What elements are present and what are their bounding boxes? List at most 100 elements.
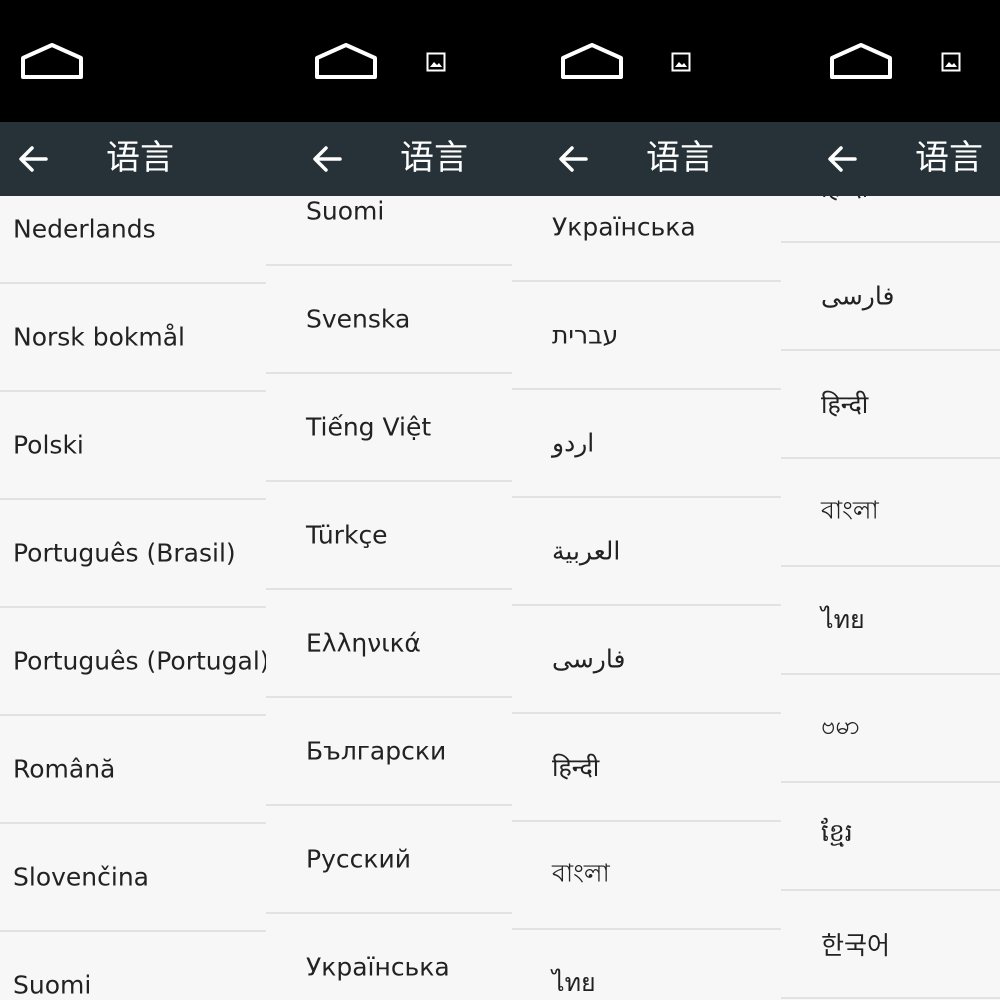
language-list: Українська עברית اردو العربية فارسی हिन्… <box>512 196 781 1000</box>
home-icon <box>561 43 623 79</box>
language-label: ខ្មែរ <box>821 818 853 847</box>
language-label: Ελληνικά <box>306 628 421 658</box>
action-bar: 语言 <box>0 122 266 196</box>
language-item[interactable]: 한국어 <box>781 891 1000 999</box>
language-item[interactable]: Nederlands <box>0 196 266 284</box>
language-item[interactable]: Suomi <box>0 932 266 1000</box>
language-label: فارسی <box>821 281 895 311</box>
language-item[interactable]: فارسی <box>512 606 781 714</box>
language-label: 한국어 <box>821 931 891 960</box>
language-label: Русский <box>306 844 411 874</box>
status-bar <box>512 0 781 122</box>
language-label: Português (Brasil) <box>13 538 236 568</box>
language-item[interactable]: বাংলা <box>781 459 1000 567</box>
language-label: বাংলা <box>821 495 879 525</box>
language-item[interactable]: ไทย <box>781 567 1000 675</box>
home-icon <box>315 43 377 79</box>
language-item[interactable]: Norsk bokmål <box>0 284 266 392</box>
language-label: Polski <box>13 430 84 460</box>
language-list-viewport[interactable]: हिन्दी فارسی हिन्दी বাংলা ไทย ဗမာ ខ្មែរ … <box>781 196 1000 1000</box>
language-item[interactable]: Slovenčina <box>0 824 266 932</box>
language-label: हिन्दी <box>821 390 869 419</box>
language-label: ဗမာ <box>821 710 860 740</box>
back-arrow-icon[interactable] <box>16 143 50 175</box>
image-notification-icon <box>426 52 446 72</box>
action-bar: 语言 <box>266 122 512 196</box>
language-item[interactable]: ဗမာ <box>781 675 1000 783</box>
language-label: বাংলা <box>552 858 610 888</box>
language-item[interactable]: Română <box>0 716 266 824</box>
language-label: Українська <box>552 212 696 242</box>
language-label: Norsk bokmål <box>13 322 185 352</box>
language-label: हिन्दी <box>821 196 868 205</box>
language-screen-4: 语言 हिन्दी فارسی हिन्दी বাংলা ไทย ဗမာ ខ្ម… <box>781 0 1000 1000</box>
page-title: 语言 <box>400 138 468 178</box>
language-label: Svenska <box>306 304 411 334</box>
language-label: ไทย <box>821 605 865 634</box>
home-icon <box>830 43 892 79</box>
language-item[interactable]: Português (Portugal) <box>0 608 266 716</box>
language-list: Suomi Svenska Tiếng Việt Türkçe Ελληνικά… <box>266 196 512 1000</box>
language-item[interactable]: Türkçe <box>266 482 512 590</box>
language-list-viewport[interactable]: Nederlands Norsk bokmål Polski Português… <box>0 196 266 1000</box>
language-item[interactable]: বাংলা <box>512 822 781 930</box>
language-label: Български <box>306 736 447 766</box>
language-item[interactable]: Русский <box>266 806 512 914</box>
language-label: Українська <box>306 952 450 982</box>
action-bar: 语言 <box>781 122 1000 196</box>
language-label: العربية <box>552 536 621 566</box>
language-label: ไทย <box>552 968 596 997</box>
language-item[interactable]: Suomi <box>266 196 512 266</box>
language-item[interactable]: Ελληνικά <box>266 590 512 698</box>
language-label: Slovenčina <box>13 862 149 892</box>
language-list-viewport[interactable]: Suomi Svenska Tiếng Việt Türkçe Ελληνικά… <box>266 196 512 1000</box>
language-item[interactable]: Svenska <box>266 266 512 374</box>
back-arrow-icon[interactable] <box>556 143 590 175</box>
language-item[interactable]: हिन्दी <box>512 714 781 822</box>
language-label: Suomi <box>13 970 92 1000</box>
language-item[interactable]: اردو <box>512 390 781 498</box>
language-screen-3: 语言 Українська עברית اردو العربية فارسی ह… <box>512 0 781 1000</box>
language-item[interactable]: فارسی <box>781 243 1000 351</box>
language-label: Română <box>13 754 116 784</box>
language-list: हिन्दी فارسی हिन्दी বাংলা ไทย ဗမာ ខ្មែរ … <box>781 196 1000 999</box>
screenshot-collage: 语言 Nederlands Norsk bokmål Polski Portug… <box>0 0 1000 1000</box>
page-title: 语言 <box>915 138 983 178</box>
language-item[interactable]: Tiếng Việt <box>266 374 512 482</box>
language-label: Suomi <box>306 196 385 226</box>
page-title: 语言 <box>106 138 174 178</box>
page-title: 语言 <box>646 138 714 178</box>
language-item[interactable]: हिन्दी <box>781 351 1000 459</box>
language-label: Nederlands <box>13 214 156 244</box>
language-screen-1: 语言 Nederlands Norsk bokmål Polski Portug… <box>0 0 266 1000</box>
language-item[interactable]: Українська <box>512 196 781 282</box>
language-item[interactable]: العربية <box>512 498 781 606</box>
image-notification-icon <box>671 52 691 72</box>
language-list-viewport[interactable]: Українська עברית اردو العربية فارسی हिन्… <box>512 196 781 1000</box>
language-item[interactable]: עברית <box>512 282 781 390</box>
language-label: Türkçe <box>306 520 388 550</box>
image-notification-icon <box>941 52 961 72</box>
language-item[interactable]: ខ្មែរ <box>781 783 1000 891</box>
home-icon <box>21 43 83 79</box>
language-item[interactable]: Português (Brasil) <box>0 500 266 608</box>
status-bar <box>0 0 266 122</box>
action-bar: 语言 <box>512 122 781 196</box>
language-item[interactable]: ไทย <box>512 930 781 1000</box>
language-list: Nederlands Norsk bokmål Polski Português… <box>0 196 266 1000</box>
language-label: עברית <box>552 320 619 350</box>
back-arrow-icon[interactable] <box>825 143 859 175</box>
language-label: Tiếng Việt <box>306 412 432 442</box>
language-screen-2: 语言 Suomi Svenska Tiếng Việt Türkçe Ελλην… <box>266 0 512 1000</box>
language-label: اردو <box>552 428 595 458</box>
language-item[interactable]: Polski <box>0 392 266 500</box>
language-item[interactable]: हिन्दी <box>781 196 1000 243</box>
language-label: فارسی <box>552 644 626 674</box>
language-label: हिन्दी <box>552 753 600 782</box>
language-label: Português (Portugal) <box>13 646 266 676</box>
language-item[interactable]: Български <box>266 698 512 806</box>
status-bar <box>266 0 512 122</box>
status-bar <box>781 0 1000 122</box>
back-arrow-icon[interactable] <box>310 143 344 175</box>
language-item[interactable]: Українська <box>266 914 512 1000</box>
